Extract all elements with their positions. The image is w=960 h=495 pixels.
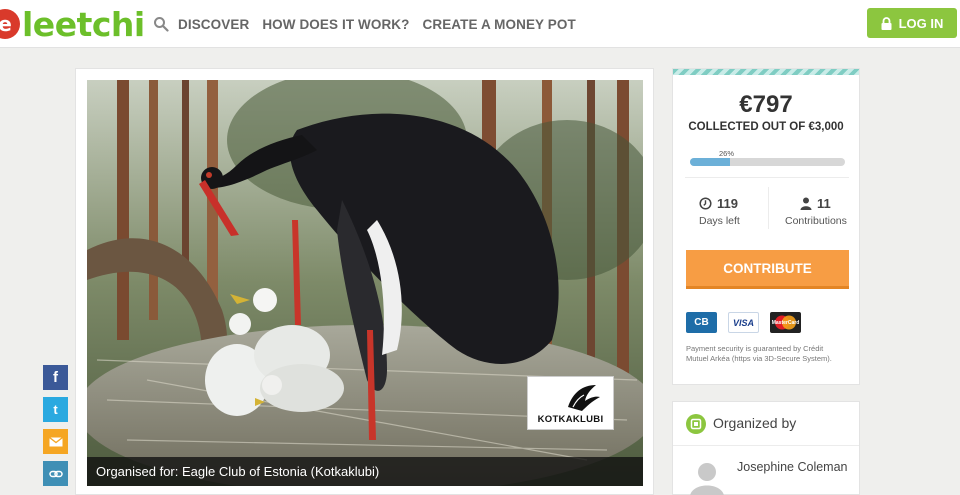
contribute-button[interactable]: CONTRIBUTE	[686, 250, 849, 289]
lock-icon	[881, 16, 892, 30]
stat-divider	[768, 187, 769, 229]
login-label: LOG IN	[898, 15, 944, 31]
organizer-name[interactable]: Josephine Coleman	[737, 459, 848, 475]
days-left-label: Days left	[699, 215, 740, 227]
days-left-value: 119	[717, 196, 738, 211]
clock-icon	[699, 197, 712, 210]
login-button[interactable]: LOG IN	[867, 8, 957, 38]
organised-for-caption: Organised for: Eagle Club of Estonia (Ko…	[87, 457, 643, 486]
caption-text: Organised for: Eagle Club of Estonia (Ko…	[96, 464, 380, 479]
leetchi-logo[interactable]: e leetchi	[0, 4, 145, 44]
eagle-logo-icon	[568, 385, 600, 411]
twitter-share-button[interactable]: t	[43, 397, 68, 422]
email-share-button[interactable]	[43, 429, 68, 454]
funding-stats-card: €797 COLLECTED OUT OF €3,000 26% 119 Day…	[672, 68, 860, 385]
link-icon	[48, 470, 63, 477]
organizer-card: Organized by Josephine Coleman	[672, 401, 860, 495]
kotkaklubi-watermark: KOTKAKLUBI	[527, 376, 614, 430]
divider	[673, 445, 859, 446]
nav-create-money-pot[interactable]: CREATE A MONEY POT	[423, 17, 576, 32]
goal-text: COLLECTED OUT OF €3,000	[688, 121, 844, 133]
top-header: e leetchi DISCOVER HOW DOES IT WORK? CRE…	[0, 0, 960, 48]
contribute-label: CONTRIBUTE	[723, 260, 812, 276]
organized-by-title: Organized by	[713, 415, 797, 431]
organizer-avatar[interactable]	[688, 460, 726, 495]
visa-card-icon: VISA	[728, 312, 759, 333]
amount-collected: €797	[739, 91, 793, 118]
main-nav: DISCOVER HOW DOES IT WORK? CREATE A MONE…	[178, 17, 576, 32]
payment-security-note: Payment security is guaranteed by Crédit…	[686, 344, 832, 363]
contributions-value: 11	[817, 196, 831, 211]
days-left-stat: 119	[699, 196, 738, 211]
contributions-stat: 11	[800, 196, 831, 211]
divider	[685, 177, 849, 178]
nav-discover[interactable]: DISCOVER	[178, 17, 249, 32]
person-icon	[800, 197, 812, 210]
search-icon[interactable]	[153, 16, 169, 32]
watermark-label: KOTKAKLUBI	[537, 414, 604, 425]
progress-bar	[690, 158, 845, 166]
logo-mark: e	[0, 9, 20, 39]
decorative-stripe	[673, 69, 859, 75]
twitter-icon: t	[53, 402, 58, 417]
facebook-icon: f	[53, 369, 58, 386]
organizer-badge-icon	[686, 414, 706, 434]
progress-fill	[690, 158, 731, 166]
facebook-share-button[interactable]: f	[43, 365, 68, 390]
stork-photo: KOTKAKLUBI Organised for: Eagle Club of …	[87, 80, 643, 486]
media-card: KOTKAKLUBI Organised for: Eagle Club of …	[75, 68, 654, 495]
contributions-label: Contributions	[785, 215, 847, 227]
mastercard-icon: MasterCard	[770, 312, 801, 333]
cb-card-icon: CB	[686, 312, 717, 333]
email-icon	[48, 436, 63, 446]
progress-percent: 26%	[719, 149, 735, 158]
logo-text: leetchi	[22, 4, 145, 44]
copy-link-button[interactable]	[43, 461, 68, 486]
nav-how-it-works[interactable]: HOW DOES IT WORK?	[262, 17, 409, 32]
